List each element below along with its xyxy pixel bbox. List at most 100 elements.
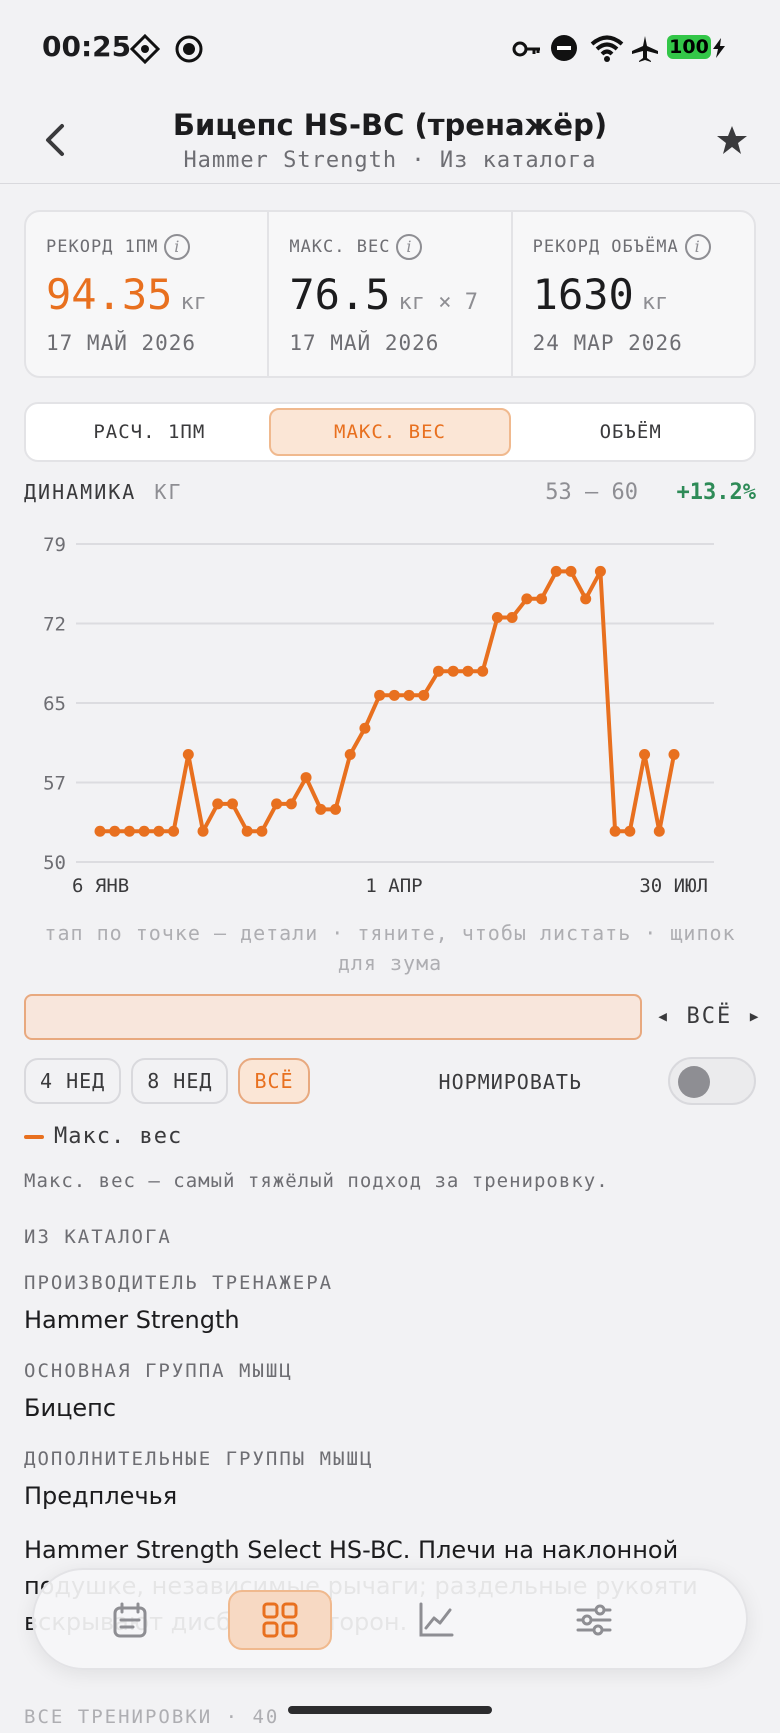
dynamics-range: 53 – 60 [545, 480, 638, 505]
data-point[interactable] [271, 798, 283, 810]
field-label-manufacturer: ПРОИЗВОДИТЕЛЬ ТРЕНАЖЕРА [24, 1272, 334, 1294]
dynamics-unit: КГ [154, 480, 183, 504]
dynamics-label: ДИНАМИКА [24, 480, 137, 504]
data-point[interactable] [197, 825, 209, 837]
data-point[interactable] [580, 593, 592, 605]
tab-bar [32, 1568, 748, 1670]
data-point[interactable] [536, 593, 548, 605]
page-subtitle: Hammer Strength · Из каталога [183, 148, 597, 173]
data-point[interactable] [374, 689, 386, 701]
field-value-primary-muscle: Бицепс [24, 1394, 117, 1422]
range-scrubber[interactable] [24, 994, 642, 1040]
data-point[interactable] [594, 565, 606, 577]
chip-all[interactable]: ВСЁ [238, 1058, 310, 1104]
data-point[interactable] [359, 722, 371, 734]
data-point[interactable] [403, 689, 415, 701]
info-icon[interactable]: i [164, 234, 191, 260]
data-point[interactable] [550, 565, 562, 577]
data-point[interactable] [182, 749, 194, 761]
data-point[interactable] [491, 611, 503, 623]
data-point[interactable] [256, 825, 268, 837]
data-point[interactable] [329, 803, 341, 815]
charging-bolt-icon [713, 38, 725, 58]
normalize-label: НОРМИРОВАТЬ [438, 1070, 582, 1094]
field-label-secondary-muscles: ДОПОЛНИТЕЛЬНЫЕ ГРУППЫ МЫШЦ [24, 1448, 374, 1470]
data-point[interactable] [506, 611, 518, 623]
favorite-star-button[interactable] [714, 122, 750, 158]
data-point[interactable] [300, 772, 312, 784]
metric-description: Макс. вес — самый тяжёлый подход за трен… [24, 1170, 609, 1192]
tab-calendar[interactable] [78, 1590, 182, 1650]
toggle-knob [678, 1066, 710, 1098]
data-point[interactable] [241, 825, 253, 837]
all-workouts-heading: ВСЕ ТРЕНИРОВКИ · 40 [24, 1706, 280, 1728]
record-icon [175, 35, 203, 63]
stat-max-weight[interactable]: МАКС. ВЕС i 76.5 кг × 7 17 МАЙ 2026 [267, 212, 510, 376]
data-point[interactable] [447, 665, 459, 677]
tab-settings[interactable] [542, 1590, 646, 1650]
data-point[interactable] [624, 825, 636, 837]
x-tick-label: 1 АПР [365, 875, 422, 896]
data-point[interactable] [668, 749, 680, 761]
data-point[interactable] [315, 803, 327, 815]
data-point[interactable] [285, 798, 297, 810]
data-point[interactable] [109, 825, 121, 837]
data-point[interactable] [344, 749, 356, 761]
data-point[interactable] [388, 689, 400, 701]
period-chips: 4 НЕД 8 НЕД ВСЁ [24, 1058, 310, 1104]
dynamics-delta: +13.2% [676, 480, 756, 505]
data-point[interactable] [433, 665, 445, 677]
y-tick-label: 72 [43, 614, 66, 636]
chart-line-icon [419, 1602, 454, 1637]
stat-value: 94.35 [46, 270, 173, 319]
chart-hint: тап по точке — детали · тяните, чтобы ли… [44, 921, 736, 975]
data-point[interactable] [609, 825, 621, 837]
stat-date: 17 МАЙ 2026 [46, 331, 197, 355]
catalog-heading: ИЗ КАТАЛОГА [24, 1226, 172, 1248]
data-point[interactable] [138, 825, 150, 837]
stat-volume-record[interactable]: РЕКОРД ОБЪЁМА i 1630 кг 24 МАР 2026 [510, 212, 754, 376]
data-point[interactable] [565, 565, 577, 577]
stat-unit: кг [180, 290, 207, 315]
dynamics-header: ДИНАМИКА КГ 53 – 60 +13.2% [24, 480, 756, 510]
chip-4-weeks[interactable]: 4 НЕД [24, 1058, 122, 1104]
info-icon[interactable]: i [396, 234, 423, 260]
data-point[interactable] [153, 825, 165, 837]
info-icon[interactable]: i [684, 234, 711, 260]
key-icon [512, 41, 540, 57]
data-point[interactable] [123, 825, 135, 837]
metric-segmented-control: РАСЧ. 1ПМ МАКС. ВЕС ОБЪЁМ [24, 402, 756, 462]
segment-max-weight[interactable]: МАКС. ВЕС [268, 408, 512, 456]
chart-legend: Макс. вес [24, 1124, 182, 1149]
tab-progress[interactable] [384, 1590, 488, 1650]
segment-1rm[interactable]: РАСЧ. 1ПМ [30, 408, 269, 456]
dnd-icon [551, 35, 577, 61]
chip-8-weeks[interactable]: 8 НЕД [131, 1058, 229, 1104]
status-bar: 00:25 100 [0, 0, 780, 96]
data-point[interactable] [477, 665, 489, 677]
data-point[interactable] [418, 689, 430, 701]
data-point[interactable] [168, 825, 180, 837]
data-point[interactable] [212, 798, 224, 810]
normalize-toggle[interactable] [668, 1057, 756, 1105]
data-point[interactable] [462, 665, 474, 677]
legend-label: Макс. вес [54, 1124, 183, 1149]
data-point[interactable] [639, 749, 651, 761]
progress-line-chart[interactable]: 79 72 65 57 50 6 ЯНВ 1 АПР 30 ИЮЛ [24, 526, 756, 896]
segment-volume[interactable]: ОБЪЁМ [511, 408, 750, 456]
x-tick-label: 30 ИЮЛ [639, 875, 708, 896]
battery-indicator: 100 [667, 35, 711, 59]
sliders-icon [576, 1604, 612, 1636]
page-title: Бицепс HS-BC (тренажёр) [172, 108, 608, 142]
data-point[interactable] [94, 825, 106, 837]
data-point[interactable] [653, 825, 665, 837]
range-nav[interactable]: ◂ ВСЁ ▸ [656, 1004, 763, 1029]
field-value-secondary-muscles: Предплечья [24, 1482, 178, 1510]
tab-overview[interactable] [228, 1590, 332, 1650]
stat-1rm-record[interactable]: РЕКОРД 1ПМ i 94.35 кг 17 МАЙ 2026 [26, 212, 267, 376]
home-indicator[interactable] [288, 1706, 492, 1714]
y-tick-label: 57 [43, 773, 66, 795]
nav-bar: Бицепс HS-BC (тренажёр) Hammer Strength … [0, 96, 780, 184]
data-point[interactable] [226, 798, 238, 810]
data-point[interactable] [521, 593, 533, 605]
